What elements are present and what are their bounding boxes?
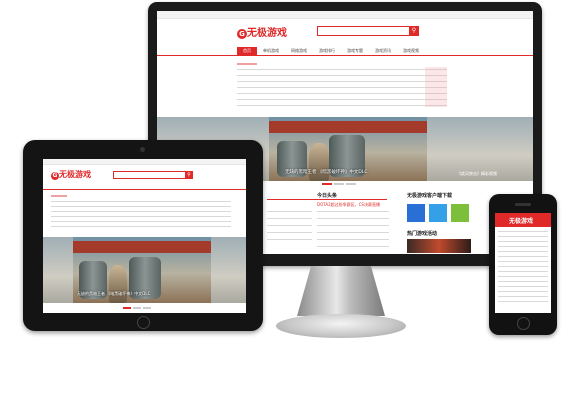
phone-list-item (498, 276, 548, 277)
phone-list-item (498, 301, 548, 302)
ios-icon[interactable] (429, 204, 447, 222)
nav-topic[interactable]: 游戏专题 (341, 47, 369, 55)
hero-caption: 无缺的黑暗王者 《暗黑破坏神》中文DLC (285, 170, 368, 175)
hot-title: 热门游戏活动 (407, 231, 438, 237)
news-item (267, 225, 312, 226)
carousel-dot[interactable] (322, 183, 332, 185)
tablet-hero-side-left[interactable] (43, 237, 73, 303)
tablet-category-row (51, 211, 231, 212)
top-bar (157, 11, 533, 19)
news-item (317, 211, 389, 212)
category-sidebar (425, 67, 447, 107)
tablet-carousel-dot[interactable] (143, 307, 151, 309)
news-item (317, 246, 389, 247)
category-row (237, 81, 447, 82)
monitor-stand-base (276, 314, 406, 338)
side-caption-right: 《疾风突击》精彩视频 (457, 171, 497, 176)
news-item (317, 239, 389, 240)
carousel-dots (322, 183, 356, 185)
hero-banner[interactable]: 无缺的黑暗王者 《暗黑破坏神》中文DLC (269, 117, 427, 181)
windows-icon[interactable] (407, 204, 425, 222)
tablet-hero-banner[interactable]: 无缺的黑暗王者 《暗黑破坏神》中文DLC (73, 237, 211, 303)
tablet-logo[interactable]: G 无极游戏 (51, 169, 91, 180)
news-item (267, 239, 312, 240)
tablet-device: G 无极游戏 ⚲ 无缺的黑暗王者 《暗黑破坏神》中文DLC (23, 140, 263, 331)
site-logo[interactable]: G 无极游戏 (237, 24, 287, 39)
phone-site-screen: 无极游戏 (495, 213, 551, 313)
tablet-top-bar (43, 159, 246, 165)
nav-video[interactable]: 游戏视频 (397, 47, 425, 55)
phone-list-item (498, 256, 548, 257)
phone-list-item (498, 231, 548, 232)
nav-home[interactable]: 首页 (237, 47, 257, 55)
category-row (237, 69, 447, 70)
news-divider (267, 199, 387, 200)
phone-list-item (498, 291, 548, 292)
site-header: G 无极游戏 ⚲ (157, 19, 533, 41)
category-row (237, 93, 447, 94)
category-row (237, 87, 447, 88)
nav-divider (157, 55, 533, 56)
phone-list-item (498, 246, 548, 247)
android-icon[interactable] (451, 204, 469, 222)
phone-list-item (498, 281, 548, 282)
phone-device: 无极游戏 (489, 194, 557, 335)
logo-text: 无极游戏 (247, 28, 287, 39)
phone-list-item (498, 251, 548, 252)
phone-home-button[interactable] (517, 317, 530, 330)
tablet-hero-side-right[interactable] (211, 237, 246, 303)
carousel-dot[interactable] (346, 183, 356, 185)
tablet-site-screen: G 无极游戏 ⚲ 无缺的黑暗王者 《暗黑破坏神》中文DLC (43, 159, 246, 313)
tablet-carousel-dot[interactable] (133, 307, 141, 309)
news-item (267, 232, 312, 233)
phone-list-item (498, 296, 548, 297)
category-row (237, 105, 447, 106)
tablet-search-icon[interactable]: ⚲ (185, 171, 193, 179)
news-item (317, 232, 389, 233)
tablet-category-row (51, 216, 231, 217)
tablet-search-input[interactable] (113, 171, 187, 179)
carousel-dot[interactable] (334, 183, 344, 185)
tablet-category-row (51, 221, 231, 222)
phone-logo[interactable]: 无极游戏 (509, 216, 533, 225)
search-icon[interactable]: ⚲ (409, 26, 419, 36)
nav-online[interactable]: 网络游戏 (285, 47, 313, 55)
phone-list-item (498, 271, 548, 272)
nav-news[interactable]: 游戏资讯 (369, 47, 397, 55)
tablet-carousel-dots (123, 307, 151, 309)
news-item (317, 225, 389, 226)
phone-list-item (498, 266, 548, 267)
news-title: 今日头条 (317, 193, 338, 199)
tablet-category-row (51, 226, 231, 227)
main-nav: 首页 单机游戏 网络游戏 游戏排行 游戏专题 游戏资讯 游戏视频 (237, 47, 425, 55)
speaker-icon (515, 203, 531, 206)
camera-icon (140, 147, 145, 152)
category-row (237, 75, 447, 76)
tablet-category-heading (51, 195, 67, 197)
tablet-category-row (51, 201, 231, 202)
nav-single[interactable]: 单机游戏 (257, 47, 285, 55)
tablet-logo-text: 无极游戏 (59, 170, 91, 179)
news-headline[interactable]: DOTA2超过纷争赛区，CS决赛直播 (317, 202, 380, 208)
news-item (267, 211, 312, 212)
phone-list-item (498, 261, 548, 262)
tablet-carousel-dot[interactable] (123, 307, 131, 309)
category-heading (237, 63, 257, 65)
home-button[interactable] (137, 316, 150, 329)
phone-list-item (498, 241, 548, 242)
monitor-stand-neck (297, 266, 385, 316)
news-item (317, 218, 389, 219)
phone-list-item (498, 286, 548, 287)
category-row (237, 99, 447, 100)
nav-rank[interactable]: 游戏排行 (313, 47, 341, 55)
news-item (267, 218, 312, 219)
tablet-category-row (51, 206, 231, 207)
tablet-hero-caption: 无缺的黑暗王者 《暗黑破坏神》中文DLC (77, 291, 151, 296)
hot-banner[interactable] (407, 239, 471, 253)
download-title: 无极游戏客户端下载 (407, 193, 453, 199)
search-input[interactable] (317, 26, 411, 36)
phone-list-item (498, 236, 548, 237)
tablet-nav-divider (43, 189, 246, 190)
